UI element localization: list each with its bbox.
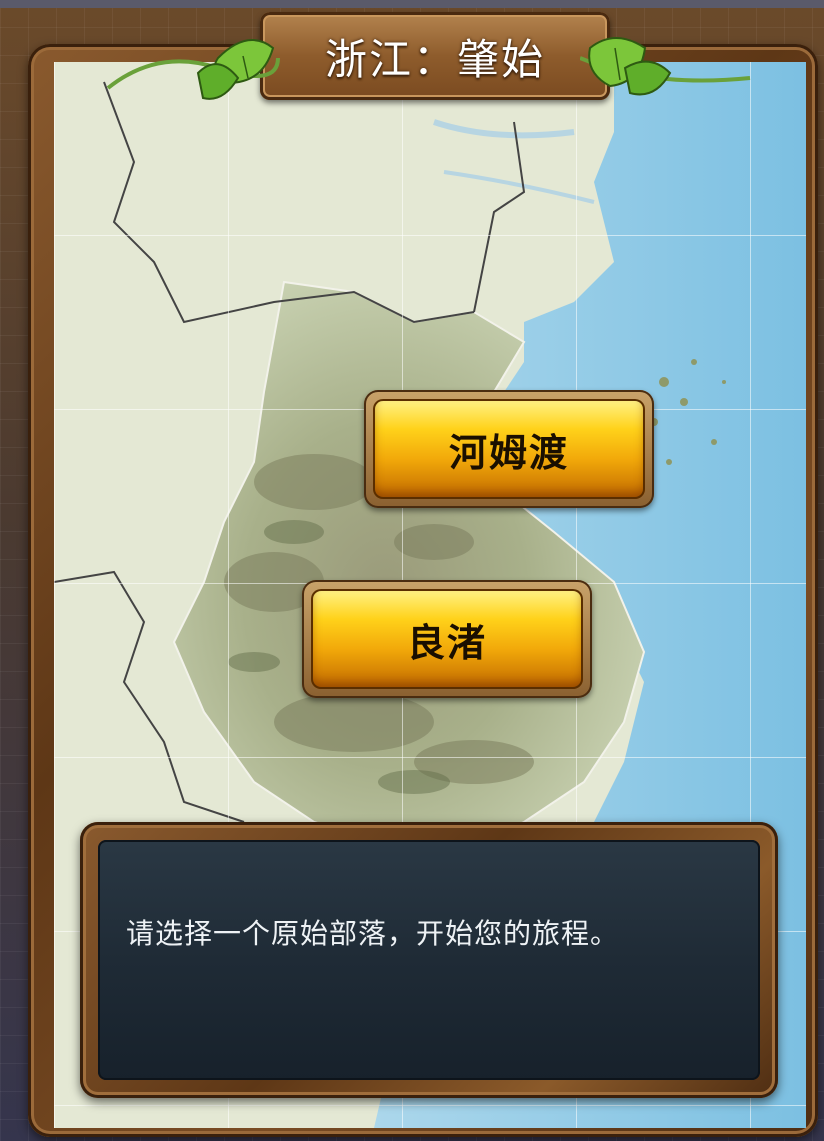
dialog-message: 请选择一个原始部落，开始您的旅程。 xyxy=(126,917,620,950)
message-dialog: 请选择一个原始部落，开始您的旅程。 xyxy=(80,822,778,1098)
tribe-button-face[interactable]: 良渚 xyxy=(311,589,583,689)
title-plank: 浙江：肇始 xyxy=(260,12,610,100)
tribe-button-face[interactable]: 河姆渡 xyxy=(373,399,645,499)
leaf-vine-icon xyxy=(580,37,751,96)
tribe-button-label: 河姆渡 xyxy=(448,430,569,475)
message-dialog-body: 请选择一个原始部落，开始您的旅程。 xyxy=(98,840,760,1080)
top-edge xyxy=(0,0,824,8)
page-title: 浙江：肇始 xyxy=(324,34,545,84)
tribe-button-liangzhu[interactable]: 良渚 xyxy=(302,580,592,698)
leaf-vine-icon xyxy=(106,39,280,100)
tribe-button-hemudu[interactable]: 河姆渡 xyxy=(364,390,654,508)
tribe-button-label: 良渚 xyxy=(406,620,487,665)
